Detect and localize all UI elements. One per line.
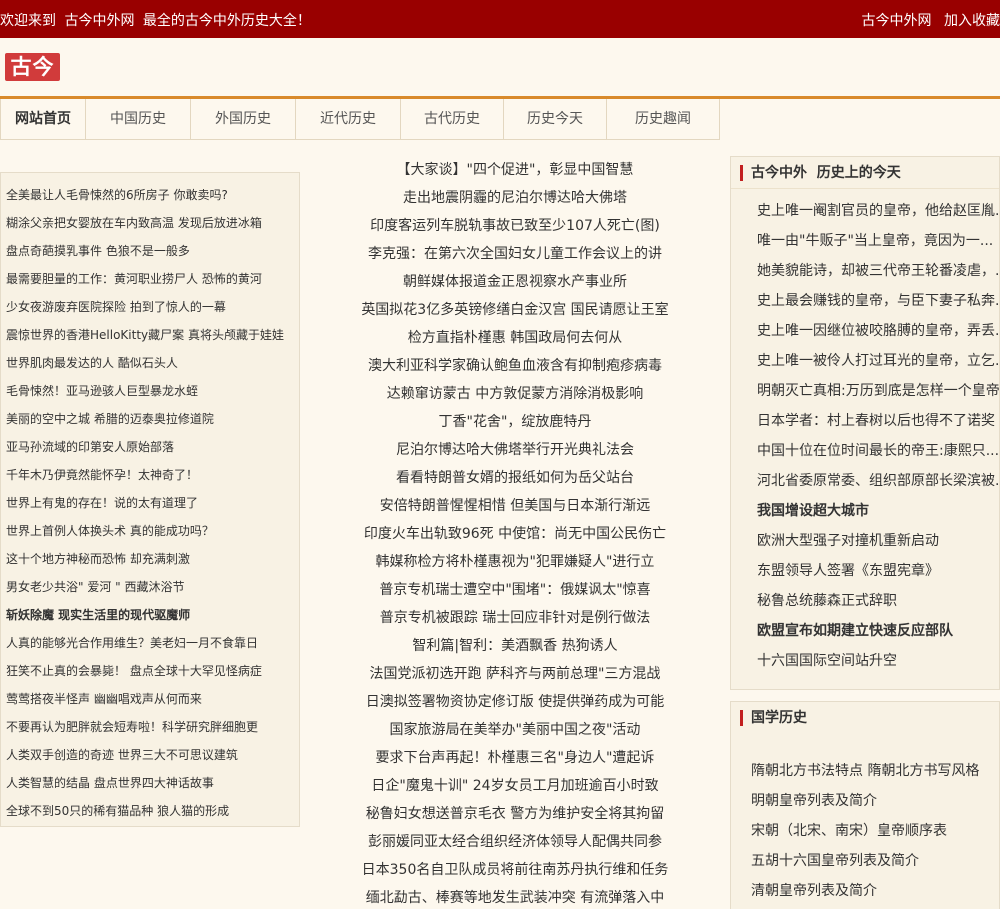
heading-bar xyxy=(740,710,743,726)
news-list-item[interactable]: 要求下台声再起！朴槿惠三名"身边人"遭起诉 xyxy=(340,744,690,772)
guoxue-item[interactable]: 五胡十六国皇帝列表及简介 xyxy=(731,846,999,876)
history-today-item[interactable]: 秘鲁总统藤森正式辞职 xyxy=(731,586,999,616)
welcome-greeting: 欢迎来到 xyxy=(0,13,56,29)
history-today-item[interactable]: 十六国国际空间站升空 xyxy=(731,646,999,676)
news-list-item[interactable]: 彭丽媛同亚太经合组织经济体领导人配偶共同参 xyxy=(340,828,690,856)
news-list-item[interactable]: 日企"魔鬼十训" 24岁女员工月加班逾百小时致 xyxy=(340,772,690,800)
left-list-item[interactable]: 人类智慧的结晶 盘点世界四大神话故事 xyxy=(1,769,299,797)
history-today-item[interactable]: 明朝灭亡真相:万历到底是怎样一个皇帝 xyxy=(731,376,999,406)
welcome-slogan: 最全的古今中外历史大全！ xyxy=(142,13,311,29)
nav-item[interactable]: 中国历史 xyxy=(86,99,191,140)
left-list-item[interactable]: 这十个地方神秘而恐怖 却充满刺激 xyxy=(1,545,299,573)
history-today-box: 古今中外 历史上的今天 史上唯一阉割官员的皇帝，他给赵匡胤... 唯一由"牛贩子"… xyxy=(730,156,1000,690)
news-list-item[interactable]: 达赖窜访蒙古 中方敦促蒙方消除消极影响 xyxy=(340,380,690,408)
news-list-item[interactable]: 朝鲜媒体报道金正恩视察水产事业所 xyxy=(340,268,690,296)
news-list-item[interactable]: 走出地震阴霾的尼泊尔博达哈大佛塔 xyxy=(340,184,690,212)
guoxue-history-box: 国学历史 隋朝北方书法特点 隋朝北方书写风格 明朝皇帝列表及简介 宋朝（北宋、南宋）… xyxy=(730,701,1000,909)
news-list-item[interactable]: 日澳拟签署物资协定修订版 使提供弹药成为可能 xyxy=(340,688,690,716)
news-list-item[interactable]: 法国党派初选开跑 萨科齐与两前总理"三方混战 xyxy=(340,660,690,688)
news-list-item[interactable]: 尼泊尔博达哈大佛塔举行开光典礼法会 xyxy=(340,436,690,464)
news-list-item[interactable]: 韩媒称检方将朴槿惠视为"犯罪嫌疑人"进行立 xyxy=(340,548,690,576)
guoxue-item[interactable]: 清朝皇帝列表及简介 xyxy=(731,876,999,906)
news-list-item[interactable]: 安倍特朗普惺惺相惜 但美国与日本渐行渐远 xyxy=(340,492,690,520)
left-list-item[interactable]: 人真的能够光合作用维生？美老妇一月不食靠日 xyxy=(1,629,299,657)
top-bar: 欢迎来到 古今中外网 最全的古今中外历史大全！ 古今中外网 加入收藏 xyxy=(0,0,1000,38)
guoxue-heading: 国学历史 xyxy=(731,702,999,734)
welcome-text: 欢迎来到 古今中外网 最全的古今中外历史大全！ xyxy=(0,10,315,30)
left-list-item[interactable]: 亚马孙流域的印第安人原始部落 xyxy=(1,433,299,461)
history-today-item[interactable]: 欧盟宣布如期建立快速反应部队 xyxy=(731,616,999,646)
news-list-item[interactable]: 普京专机瑞士遭空中"围堵"：俄媒讽太"惊喜 xyxy=(340,576,690,604)
left-list-item[interactable]: 不要再认为肥胖就会短寿啦！科学研究胖细胞更 xyxy=(1,713,299,741)
news-list-item[interactable]: 日本350名自卫队成员将前往南苏丹执行维和任务 xyxy=(340,856,690,884)
nav-item[interactable]: 历史今天 xyxy=(504,99,607,140)
news-list-item[interactable]: 印度客运列车脱轨事故已致至少107人死亡(图) xyxy=(340,212,690,240)
news-list-item[interactable]: 丁香"花舍"，绽放鹿特丹 xyxy=(340,408,690,436)
guoxue-item[interactable]: 明朝皇帝列表及简介 xyxy=(731,786,999,816)
left-list-item[interactable]: 狂笑不止真的会暴毙！ 盘点全球十大罕见怪病症 xyxy=(1,657,299,685)
nav-item[interactable]: 网站首页 xyxy=(1,99,86,140)
news-list-item[interactable]: 印度火车出轨致96死 中使馆：尚无中国公民伤亡 xyxy=(340,520,690,548)
welcome-site-name[interactable]: 古今中外网 xyxy=(64,13,134,29)
left-list-item[interactable]: 世界上首例人体换头术 真的能成功吗？ xyxy=(1,517,299,545)
left-list-item[interactable]: 世界上有鬼的存在！说的太有道理了 xyxy=(1,489,299,517)
site-logo[interactable]: 古今 xyxy=(5,53,60,81)
main-nav: 网站首页 中国历史 外国历史 近代历史 古代历史 历史今天 历史趣闻 xyxy=(0,99,720,140)
left-list-item[interactable]: 人类双手创造的奇迹 世界三大不可思议建筑 xyxy=(1,741,299,769)
heading-bar xyxy=(740,165,743,181)
history-today-item[interactable]: 欧洲大型强子对撞机重新启动 xyxy=(731,526,999,556)
left-list-item[interactable]: 少女夜游废弃医院探险 拍到了惊人的一幕 xyxy=(1,293,299,321)
history-today-item[interactable]: 史上唯一因继位被咬胳膊的皇帝，弄丢... xyxy=(731,316,999,346)
history-today-item[interactable]: 她美貌能诗，却被三代帝王轮番凌虐，... xyxy=(731,256,999,286)
history-today-item[interactable]: 史上最会赚钱的皇帝，与臣下妻子私奔... xyxy=(731,286,999,316)
news-list-item[interactable]: 秘鲁妇女想送普京毛衣 警方为维护安全将其拘留 xyxy=(340,800,690,828)
left-list-item[interactable]: 糊涂父亲把女婴放在车内致高温 发现后放进冰箱 xyxy=(1,209,299,237)
add-favorite-link[interactable]: 加入收藏 xyxy=(944,13,1000,29)
history-today-item[interactable]: 中国十位在位时间最长的帝王:康熙只... xyxy=(731,436,999,466)
left-article-list: 全美最让人毛骨悚然的6所房子 你敢卖吗? 糊涂父亲把女婴放在车内致高温 发现后放进… xyxy=(0,172,300,827)
top-links: 古今中外网 加入收藏 xyxy=(854,10,1000,30)
nav-item[interactable]: 历史趣闻 xyxy=(607,99,720,140)
home-link[interactable]: 古今中外网 xyxy=(862,13,932,29)
history-today-item[interactable]: 河北省委原常委、组织部原部长梁滨被... xyxy=(731,466,999,496)
nav-item[interactable]: 近代历史 xyxy=(296,99,401,140)
history-today-item[interactable]: 东盟领导人签署《东盟宪章》 xyxy=(731,556,999,586)
news-list-item[interactable]: 国家旅游局在美举办"美丽中国之夜"活动 xyxy=(340,716,690,744)
left-list-item[interactable]: 美丽的空中之城 希腊的迈泰奥拉修道院 xyxy=(1,405,299,433)
heading-part1: 古今中外 xyxy=(751,165,807,181)
news-list-item[interactable]: 智利篇|智利：美酒飘香 热狗诱人 xyxy=(340,632,690,660)
nav-item[interactable]: 古代历史 xyxy=(401,99,504,140)
left-list-item[interactable]: 震惊世界的香港HelloKitty藏尸案 真将头颅藏于娃娃 xyxy=(1,321,299,349)
history-today-item[interactable]: 史上唯一阉割官员的皇帝，他给赵匡胤... xyxy=(731,196,999,226)
history-today-item[interactable]: 唯一由"牛贩子"当上皇帝，竟因为一... xyxy=(731,226,999,256)
history-today-item[interactable]: 我国增设超大城市 xyxy=(731,496,999,526)
news-list-item[interactable]: 澳大利亚科学家确认鲍鱼血液含有抑制疱疹病毒 xyxy=(340,352,690,380)
left-list-item[interactable]: 毛骨悚然！亚马逊骇人巨型暴龙水蛭 xyxy=(1,377,299,405)
nav-item[interactable]: 外国历史 xyxy=(191,99,296,140)
news-list-item[interactable]: 看看特朗普女婿的报纸如何为岳父站台 xyxy=(340,464,690,492)
news-list-item[interactable]: 普京专机被跟踪 瑞士回应非针对是例行做法 xyxy=(340,604,690,632)
guoxue-item[interactable]: 隋朝北方书法特点 隋朝北方书写风格 xyxy=(731,756,999,786)
left-list-item[interactable]: 莺莺搭夜半怪声 幽幽唱戏声从何而来 xyxy=(1,685,299,713)
left-list-item[interactable]: 盘点奇葩摸乳事件 色狼不是一般多 xyxy=(1,237,299,265)
left-list-item[interactable]: 世界肌肉最发达的人 酷似石头人 xyxy=(1,349,299,377)
history-today-item[interactable]: 日本学者：村上春树以后也得不了诺奖 xyxy=(731,406,999,436)
left-list-item[interactable]: 全美最让人毛骨悚然的6所房子 你敢卖吗? xyxy=(1,181,299,209)
guoxue-item[interactable]: 宋朝（北宋、南宋）皇帝顺序表 xyxy=(731,816,999,846)
left-list-item[interactable]: 千年木乃伊竟然能怀孕！太神奇了！ xyxy=(1,461,299,489)
left-list-item[interactable]: 男女老少共浴" 爱河 " 西藏沐浴节 xyxy=(1,573,299,601)
center-news-list: 【大家谈】"四个促进"，彰显中国智慧 走出地震阴霾的尼泊尔博达哈大佛塔 印度客运列车… xyxy=(340,156,690,909)
history-today-heading: 古今中外 历史上的今天 xyxy=(731,157,999,189)
news-list-item[interactable]: 缅北勐古、棒赛等地发生武装冲突 有流弹落入中 xyxy=(340,884,690,909)
news-list-item[interactable]: 检方直指朴槿惠 韩国政局何去何从 xyxy=(340,324,690,352)
left-list-item[interactable]: 最需要胆量的工作：黄河职业捞尸人 恐怖的黄河 xyxy=(1,265,299,293)
history-today-item[interactable]: 史上唯一被伶人打过耳光的皇帝，立乞... xyxy=(731,346,999,376)
news-list-item[interactable]: 李克强：在第六次全国妇女儿童工作会议上的讲 xyxy=(340,240,690,268)
left-list-item[interactable]: 斩妖除魔 现实生活里的现代驱魔师 xyxy=(1,601,299,629)
left-list-item[interactable]: 全球不到50只的稀有猫品种 狼人猫的形成 xyxy=(1,797,299,825)
news-list-item[interactable]: 【大家谈】"四个促进"，彰显中国智慧 xyxy=(340,156,690,184)
news-list-item[interactable]: 英国拟花3亿多英镑修缮白金汉宫 国民请愿让王室 xyxy=(340,296,690,324)
guoxue-title: 国学历史 xyxy=(751,710,807,726)
heading-part2: 历史上的今天 xyxy=(816,165,901,181)
